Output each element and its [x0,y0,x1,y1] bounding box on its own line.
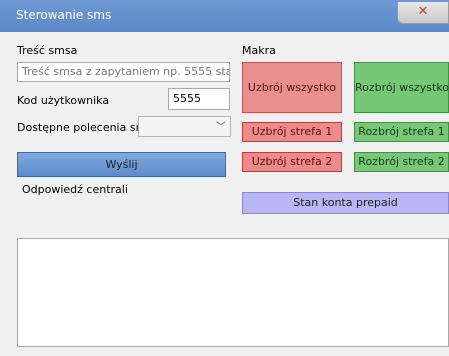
title-bar: Sterowanie sms ✕ [0,0,449,32]
arm-zone2-button[interactable]: Uzbrój strefa 2 [242,152,342,172]
response-label: Odpowiedź centrali [22,183,128,196]
sms-text-label: Treść smsa [17,44,78,57]
disarm-all-button[interactable]: Rozbrój wszystko [354,62,449,113]
commands-dropdown[interactable]: ﹀ [138,116,231,137]
commands-label: Dostępne polecenia sms [17,121,153,134]
sms-control-window: Sterowanie sms ✕ Treść smsa Treść smsa z… [0,0,449,356]
user-code-label: Kod użytkownika [17,94,110,107]
arm-all-button[interactable]: Uzbrój wszystko [242,62,342,113]
close-button[interactable]: ✕ [397,2,449,24]
disarm-zone1-button[interactable]: Rozbrój strefa 1 [354,122,449,142]
disarm-zone2-button[interactable]: Rozbrój strefa 2 [354,152,449,172]
chevron-down-icon: ﹀ [216,122,226,133]
arm-zone1-button[interactable]: Uzbrój strefa 1 [242,122,342,142]
close-icon: ✕ [417,4,429,19]
send-button[interactable]: Wyślij [17,152,226,177]
sms-text-input[interactable]: Treść smsa z zapytaniem np. 5555 stan [17,62,230,82]
sms-text-placeholder: Treść smsa z zapytaniem np. 5555 stan [22,65,230,78]
window-title: Sterowanie sms [16,8,112,22]
macros-label: Makra [242,44,276,57]
response-output[interactable] [17,238,449,347]
prepaid-balance-button[interactable]: Stan konta prepaid [242,192,449,214]
user-code-input[interactable]: 5555 [168,88,230,110]
